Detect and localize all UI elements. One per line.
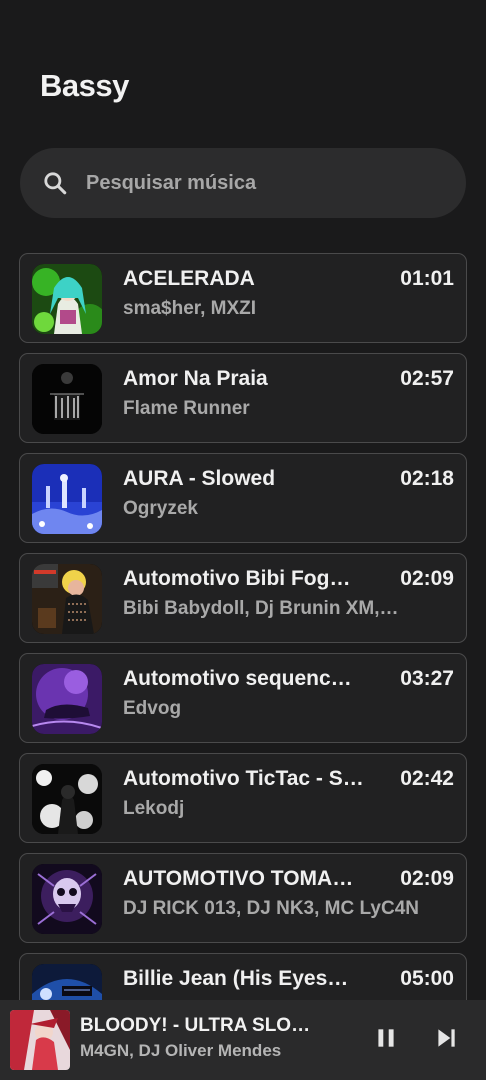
song-row[interactable]: Billie Jean (His Eyes… 05:00 bbox=[19, 953, 467, 1000]
song-duration: 02:09 bbox=[400, 867, 454, 890]
song-row[interactable]: ACELERADA sma$her, MXZI 01:01 bbox=[19, 253, 467, 343]
now-playing-title: BLOODY! - ULTRA SLO… bbox=[80, 1015, 311, 1036]
song-row[interactable]: Automotivo sequenc… Edvog 03:27 bbox=[19, 653, 467, 743]
song-title: AUTOMOTIVO TOMA… bbox=[123, 867, 354, 890]
song-duration: 01:01 bbox=[400, 267, 454, 290]
album-art bbox=[32, 964, 102, 1000]
app-title: Bassy bbox=[40, 68, 129, 103]
song-title: AURA - Slowed bbox=[123, 467, 276, 490]
pause-icon bbox=[373, 1025, 399, 1056]
album-art bbox=[32, 264, 102, 334]
song-title: Billie Jean (His Eyes… bbox=[123, 967, 349, 990]
next-button[interactable] bbox=[432, 1026, 460, 1054]
search-bar[interactable]: Pesquisar música bbox=[20, 148, 466, 218]
pause-button[interactable] bbox=[372, 1026, 400, 1054]
song-artist: Bibi Babydoll, Dj Brunin XM,… bbox=[123, 598, 399, 619]
song-duration: 02:09 bbox=[400, 567, 454, 590]
search-icon bbox=[42, 170, 68, 196]
song-duration: 03:27 bbox=[400, 667, 454, 690]
song-artist: Flame Runner bbox=[123, 398, 250, 419]
song-duration: 02:18 bbox=[400, 467, 454, 490]
song-title: Automotivo TicTac - S… bbox=[123, 767, 364, 790]
song-artist: Lekodj bbox=[123, 798, 185, 819]
song-artist: DJ RICK 013, DJ NK3, MC LyC4N bbox=[123, 898, 419, 919]
song-row[interactable]: Automotivo Bibi Fog… Bibi Babydoll, Dj B… bbox=[19, 553, 467, 643]
mini-player[interactable]: BLOODY! - ULTRA SLO… M4GN, DJ Oliver Men… bbox=[0, 1000, 486, 1080]
now-playing-artist: M4GN, DJ Oliver Mendes bbox=[80, 1041, 282, 1060]
song-artist: sma$her, MXZI bbox=[123, 298, 257, 319]
skip-next-icon bbox=[433, 1025, 459, 1056]
song-row[interactable]: AURA - Slowed Ogryzek 02:18 bbox=[19, 453, 467, 543]
song-duration: 02:42 bbox=[400, 767, 454, 790]
song-title: ACELERADA bbox=[123, 267, 255, 290]
song-row[interactable]: Amor Na Praia Flame Runner 02:57 bbox=[19, 353, 467, 443]
album-art bbox=[32, 864, 102, 934]
now-playing-cover bbox=[10, 1010, 70, 1070]
song-artist: Ogryzek bbox=[123, 498, 198, 519]
song-title: Amor Na Praia bbox=[123, 367, 268, 390]
song-row[interactable]: Automotivo TicTac - S… Lekodj 02:42 bbox=[19, 753, 467, 843]
album-art bbox=[32, 664, 102, 734]
song-duration: 05:00 bbox=[400, 967, 454, 990]
song-title: Automotivo sequenc… bbox=[123, 667, 352, 690]
song-artist: Edvog bbox=[123, 698, 182, 719]
album-art bbox=[32, 364, 102, 434]
album-art bbox=[32, 564, 102, 634]
album-art bbox=[32, 464, 102, 534]
search-input[interactable]: Pesquisar música bbox=[86, 172, 256, 195]
song-duration: 02:57 bbox=[400, 367, 454, 390]
song-row[interactable]: AUTOMOTIVO TOMA… DJ RICK 013, DJ NK3, MC… bbox=[19, 853, 467, 943]
song-title: Automotivo Bibi Fog… bbox=[123, 567, 351, 590]
song-list[interactable]: ACELERADA sma$her, MXZI 01:01 Amor Na Pr… bbox=[19, 253, 467, 1000]
album-art bbox=[32, 764, 102, 834]
